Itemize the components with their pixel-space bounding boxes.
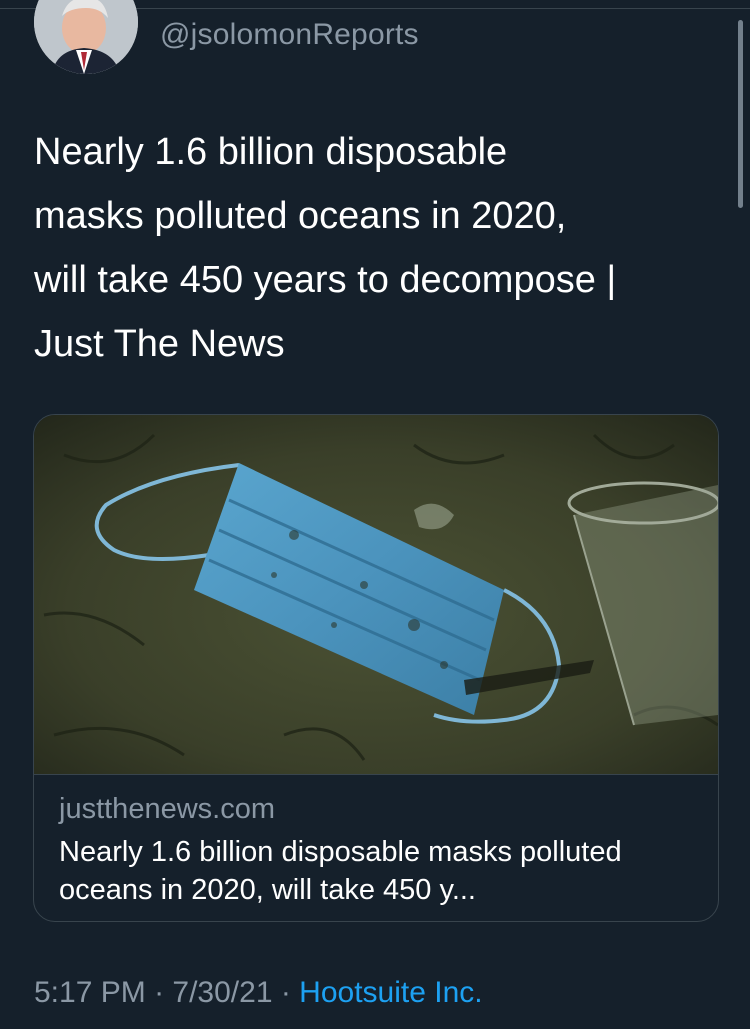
link-preview-image[interactable] [34, 415, 718, 775]
avatar-photo [34, 0, 138, 74]
scrollbar[interactable] [738, 20, 743, 208]
tweet-meta: 5:17 PM · 7/30/21 · Hootsuite Inc. [34, 976, 483, 1010]
avatar[interactable] [34, 0, 138, 74]
meta-separator: · [145, 976, 173, 1009]
tweet-time[interactable]: 5:17 PM [34, 976, 146, 1009]
tweet-text-line: Just The News [34, 323, 285, 365]
tweet-text-line: will take 450 years to decompose | [34, 259, 617, 301]
tweet-date[interactable]: 7/30/21 [172, 976, 272, 1009]
tweet-detail-screen: @jsolomonReports Nearly 1.6 billion disp… [0, 0, 750, 1029]
link-domain: justthenews.com [59, 793, 275, 825]
link-title: Nearly 1.6 billion disposable masks poll… [59, 836, 622, 906]
author-handle[interactable]: @jsolomonReports [160, 18, 419, 52]
tweet-text: Nearly 1.6 billion disposable masks poll… [34, 120, 724, 376]
tweet-text-line: Nearly 1.6 billion disposable [34, 131, 508, 173]
tweet-source-link[interactable]: Hootsuite Inc. [299, 976, 482, 1009]
tweet-text-line: masks polluted oceans in 2020, [34, 195, 567, 237]
meta-separator: · [272, 976, 300, 1009]
link-preview-card[interactable]: justthenews.com Nearly 1.6 billion dispo… [33, 414, 719, 922]
